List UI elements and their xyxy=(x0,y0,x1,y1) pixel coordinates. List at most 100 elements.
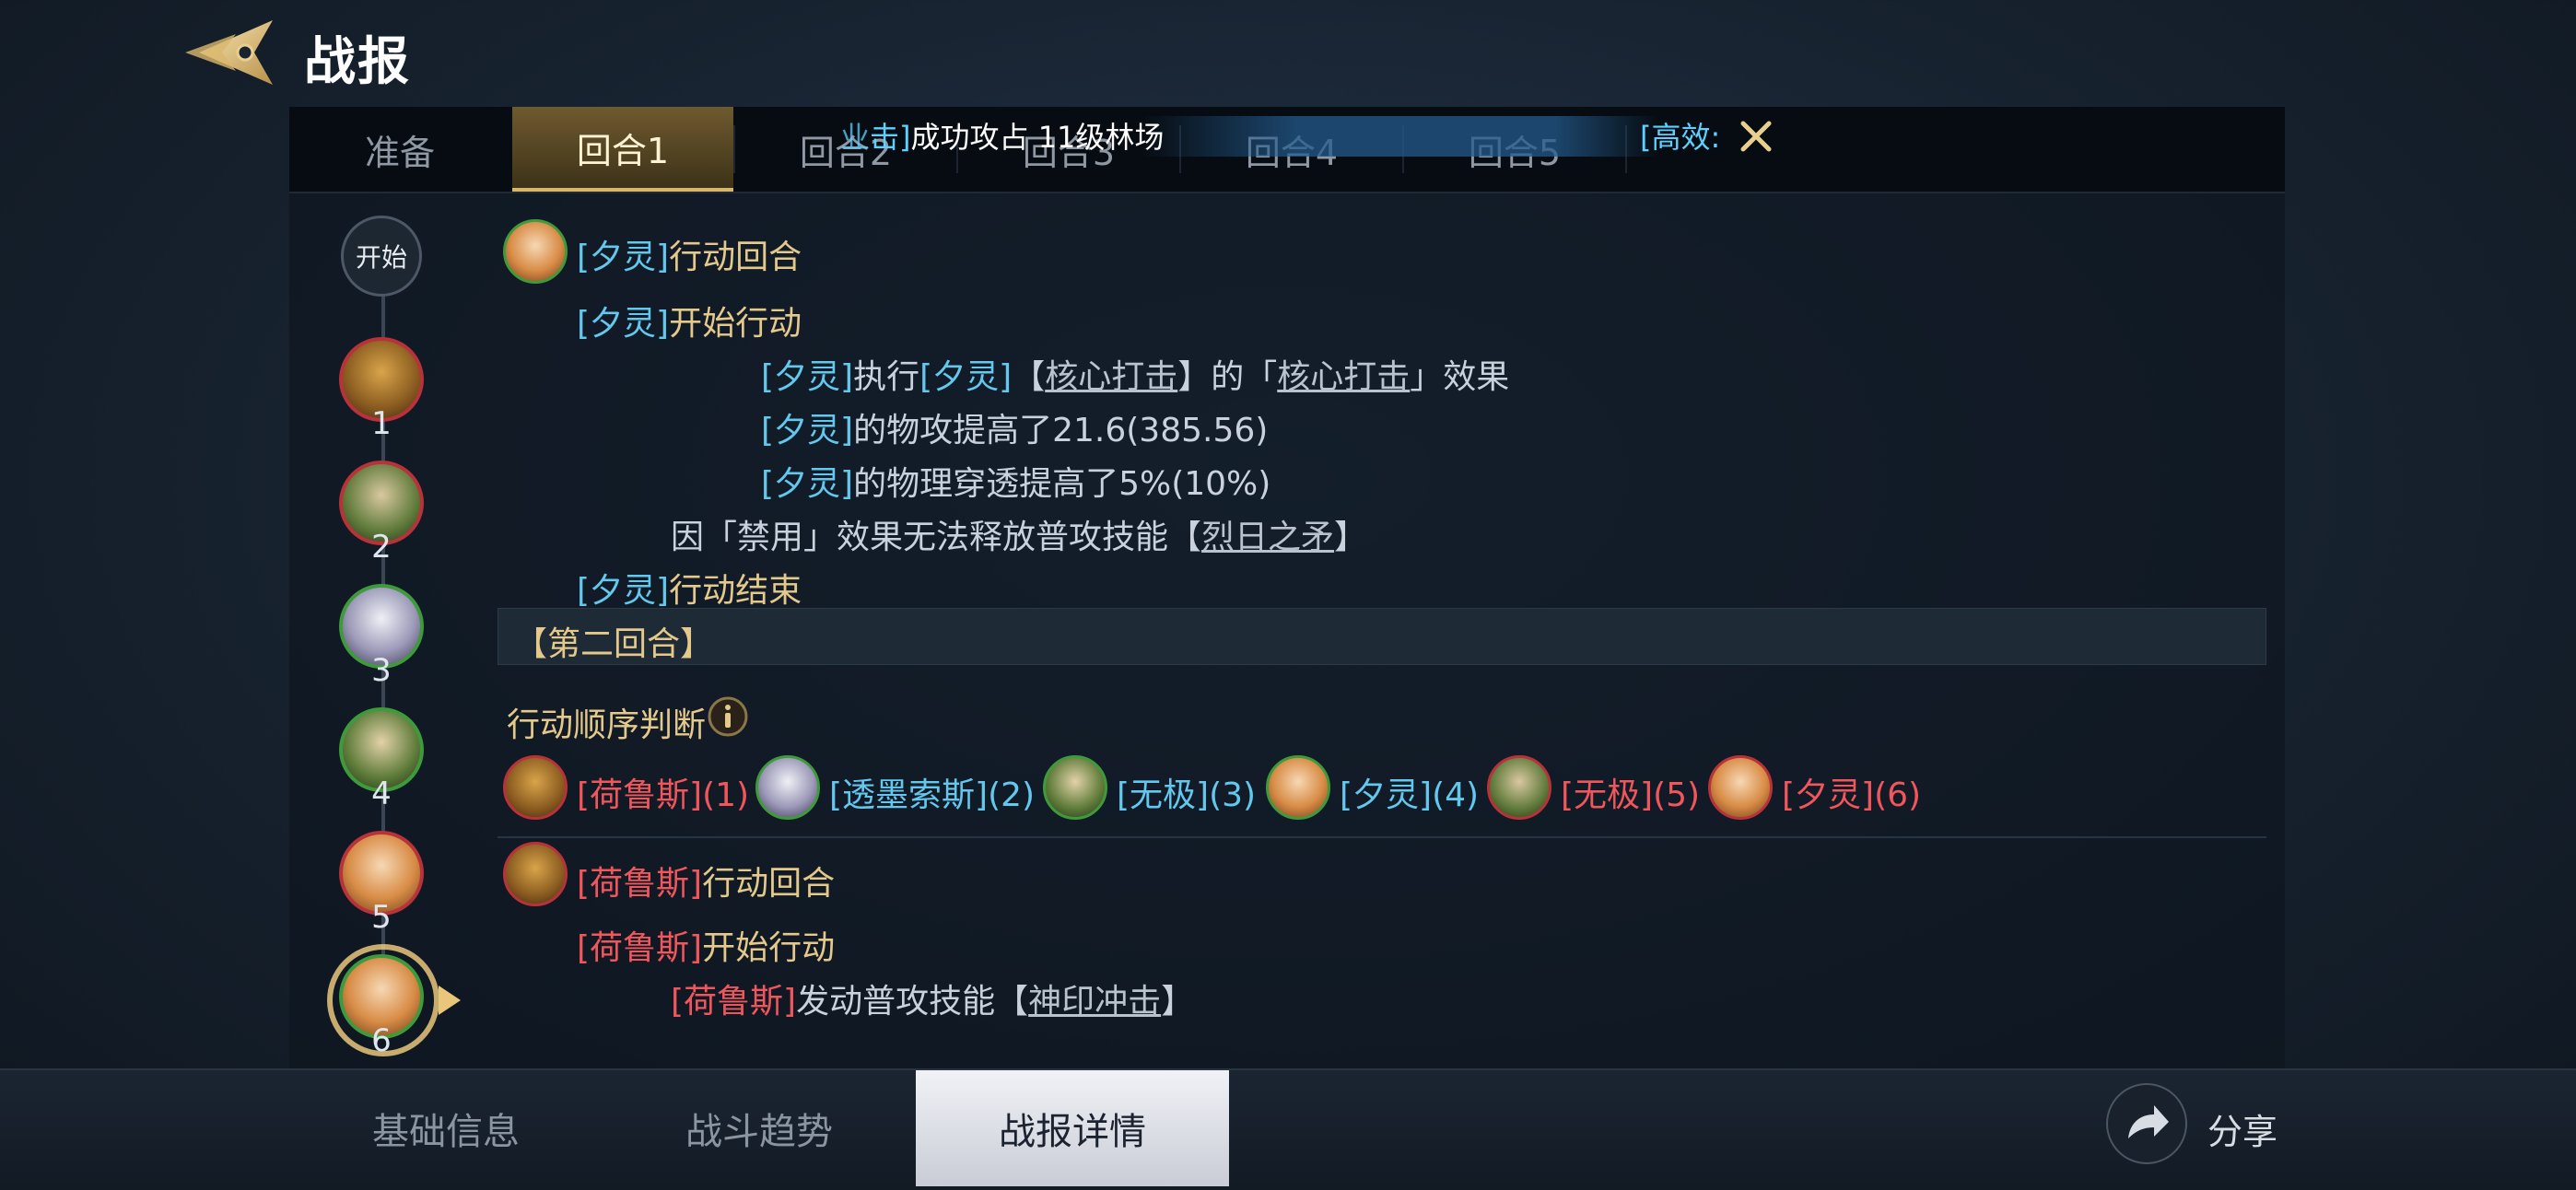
order-item[interactable]: [夕灵](6) xyxy=(1782,768,1921,816)
tab-battle-trend[interactable]: 战斗趋势 xyxy=(603,1070,916,1186)
log-line: [荷鲁斯]发动普攻技能【神印冲击】 xyxy=(671,974,1194,1022)
timeline-number: 4 xyxy=(371,776,392,812)
page-title: 战报 xyxy=(304,32,411,92)
notification-prefix: 击] xyxy=(870,120,911,155)
hero-avatar-horus xyxy=(503,755,568,820)
tab-report-detail[interactable]: 战报详情 xyxy=(916,1070,1229,1186)
order-number: (6) xyxy=(1874,776,1922,814)
hero-name: [无极] xyxy=(1561,776,1654,814)
hero-avatar-tomosos xyxy=(755,755,820,820)
hero-name: [夕灵] xyxy=(1340,776,1433,814)
info-icon[interactable] xyxy=(706,694,750,739)
log-line: [荷鲁斯]行动回合 xyxy=(577,857,835,904)
hero-name: [夕灵] xyxy=(761,465,854,503)
tab-label: 准备 xyxy=(364,132,435,173)
order-number: (2) xyxy=(988,776,1036,814)
round-header-label: 【第二回合】 xyxy=(514,625,714,663)
notification-banner xyxy=(1142,116,1658,157)
hero-name: [透墨索斯] xyxy=(829,776,989,814)
log-text: 发动普攻技能【 xyxy=(796,983,1029,1021)
hero-avatar-xiling xyxy=(503,219,568,284)
log-text: 的物攻提高了21.6(385.56) xyxy=(853,412,1269,449)
log-text: 行动回合 xyxy=(702,865,836,903)
log-line: [夕灵]行动回合 xyxy=(577,230,802,278)
hero-name: [荷鲁斯] xyxy=(577,929,703,967)
hero-avatar-horus xyxy=(503,842,568,906)
hero-name: [无极] xyxy=(1117,776,1210,814)
hero-name: [荷鲁斯] xyxy=(577,776,703,814)
order-title: 行动顺序判断 xyxy=(507,698,706,746)
notification-efficient-label: [高效: xyxy=(1640,120,1721,155)
hero-avatar-wuji xyxy=(1487,755,1551,820)
share-icon xyxy=(2128,1105,2169,1138)
order-number: (1) xyxy=(702,776,750,814)
timeline-number: 2 xyxy=(371,529,392,566)
notification-text: 业击]成功攻占 11级林场 xyxy=(840,114,1164,157)
hero-name: [夕灵] xyxy=(577,239,670,276)
notification-prefix-cut: 业 xyxy=(840,120,871,155)
skill-link[interactable]: 核心打击 xyxy=(1277,358,1410,396)
log-text: 行动回合 xyxy=(669,239,802,276)
order-number: (4) xyxy=(1432,776,1480,814)
log-text: 执行 xyxy=(853,358,920,396)
order-item[interactable]: [透墨索斯](2) xyxy=(829,768,1035,816)
timeline-number: 3 xyxy=(371,652,392,689)
share-button[interactable] xyxy=(2106,1083,2187,1164)
order-number: (3) xyxy=(1209,776,1257,814)
log-line: 因「禁用」效果无法释放普攻技能【烈日之矛】 xyxy=(671,510,1367,558)
hero-name: [荷鲁斯] xyxy=(577,865,703,903)
notification-message: 成功攻占 11级林场 xyxy=(910,120,1165,155)
log-text: 因「禁用」效果无法释放普攻技能【 xyxy=(671,519,1202,556)
tab-label: 战斗趋势 xyxy=(685,1111,833,1153)
timeline-number: 5 xyxy=(371,899,392,936)
order-item[interactable]: [夕灵](4) xyxy=(1340,768,1479,816)
order-number: (5) xyxy=(1653,776,1701,814)
round-header xyxy=(498,608,2266,665)
hero-avatar-xiling xyxy=(1708,755,1773,820)
hero-name: [夕灵] xyxy=(577,572,670,610)
log-line: [夕灵]行动结束 xyxy=(577,564,802,612)
back-arrow-icon[interactable] xyxy=(171,11,282,94)
log-text: 】 xyxy=(1334,519,1368,556)
tab-prepare[interactable]: 准备 xyxy=(289,107,510,192)
log-text: 开始行动 xyxy=(669,305,802,343)
tab-round-1[interactable]: 回合1 xyxy=(512,107,733,192)
skill-link[interactable]: 核心打击 xyxy=(1045,358,1177,396)
log-line: [夕灵]执行[夕灵]【核心打击】的「核心打击」效果 xyxy=(761,350,1509,398)
log-text: 【 xyxy=(1012,358,1046,396)
order-item[interactable]: [无极](3) xyxy=(1117,768,1256,816)
log-text: 的物理穿透提高了5%(10%) xyxy=(853,465,1271,503)
divider xyxy=(498,836,2266,838)
hero-name: [荷鲁斯] xyxy=(671,983,797,1021)
tab-label: 战报详情 xyxy=(999,1111,1146,1153)
skill-link[interactable]: 烈日之矛 xyxy=(1201,519,1334,556)
tab-basic-info[interactable]: 基础信息 xyxy=(289,1070,603,1186)
hero-avatar-wuji xyxy=(1043,755,1107,820)
timeline-number: 1 xyxy=(371,405,392,442)
log-line: [荷鲁斯]开始行动 xyxy=(577,921,835,969)
start-label: 开始 xyxy=(355,242,407,273)
timeline-start-node[interactable]: 开始 xyxy=(341,216,422,297)
timeline-number: 6 xyxy=(371,1022,392,1059)
close-icon[interactable] xyxy=(1736,116,1776,157)
hero-name: [夕灵] xyxy=(577,305,670,343)
hero-avatar-xiling xyxy=(1266,755,1330,820)
skill-link[interactable]: 神印冲击 xyxy=(1028,983,1161,1021)
log-line: [夕灵]的物理穿透提高了5%(10%) xyxy=(761,457,1270,505)
hero-name: [夕灵] xyxy=(761,412,854,449)
log-line: [夕灵]的物攻提高了21.6(385.56) xyxy=(761,403,1268,451)
order-item[interactable]: [荷鲁斯](1) xyxy=(577,768,749,816)
order-item[interactable]: [无极](5) xyxy=(1561,768,1700,816)
hero-name: [夕灵] xyxy=(1782,776,1875,814)
tab-label: 基础信息 xyxy=(372,1111,520,1153)
log-text: 行动结束 xyxy=(669,572,802,610)
log-line: [夕灵]开始行动 xyxy=(577,297,802,344)
share-label[interactable]: 分享 xyxy=(2207,1103,2277,1154)
hero-name: [夕灵] xyxy=(761,358,854,396)
log-text: 」效果 xyxy=(1410,358,1510,396)
log-text: 开始行动 xyxy=(702,929,836,967)
tab-label: 回合1 xyxy=(576,130,670,171)
order-title-label: 行动顺序判断 xyxy=(507,706,707,744)
log-text: 】的「 xyxy=(1177,358,1278,396)
hero-name: [夕灵] xyxy=(919,358,1013,396)
